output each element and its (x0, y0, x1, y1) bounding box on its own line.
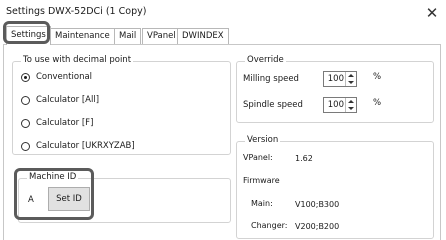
radio-calculator-all[interactable]: Calculator [All] (21, 93, 99, 107)
firmware-label: Firmware (243, 176, 280, 185)
firmware-main-version: V100;B300 (295, 200, 340, 209)
tab-vpanel[interactable]: VPanel (142, 28, 181, 44)
spindle-speed-spinner[interactable]: 100 (323, 97, 357, 113)
spindle-speed-value[interactable]: 100 (326, 100, 344, 110)
radio-unchecked-icon[interactable] (21, 95, 30, 105)
firmware-changer-version: V200;B200 (295, 222, 340, 231)
version-group: Version VPanel: 1.62 Firmware Main: V100… (236, 135, 434, 239)
radio-calculator-ukrxyzab[interactable]: Calculator [UKRXYZAB] (21, 139, 135, 153)
title-bar: Settings DWX-52DCi (1 Copy) ✕ (0, 0, 446, 28)
milling-speed-unit: % (373, 72, 382, 82)
radio-label: Calculator [All] (36, 95, 100, 105)
arrow-up-icon[interactable] (348, 100, 354, 103)
arrow-up-icon[interactable] (348, 74, 354, 77)
radio-label: Conventional (36, 72, 93, 82)
decimal-point-group-label: To use with decimal point (21, 55, 134, 65)
milling-speed-label: Milling speed (243, 74, 299, 84)
tab-mail[interactable]: Mail (114, 28, 142, 44)
spinner-buttons[interactable] (345, 98, 356, 112)
spindle-speed-unit: % (373, 98, 382, 108)
close-icon: ✕ (425, 4, 439, 22)
radio-label: Calculator [UKRXYZAB] (36, 141, 135, 151)
close-button[interactable]: ✕ (418, 0, 446, 28)
radio-unchecked-icon[interactable] (21, 118, 30, 128)
milling-speed-value[interactable]: 100 (326, 74, 344, 84)
machine-id-value: A (28, 195, 34, 205)
override-group-label: Override (245, 55, 286, 65)
radio-calculator-f[interactable]: Calculator [F] (21, 116, 93, 130)
firmware-changer-label: Changer: (251, 221, 288, 230)
radio-unchecked-icon[interactable] (21, 141, 30, 151)
radio-checked-icon[interactable] (21, 72, 30, 82)
window-title: Settings DWX-52DCi (1 Copy) (6, 6, 147, 17)
set-id-button[interactable]: Set ID (48, 187, 90, 211)
arrow-down-icon[interactable] (348, 107, 354, 110)
radio-label: Calculator [F] (36, 118, 94, 128)
spinner-buttons[interactable] (345, 72, 356, 86)
firmware-main-label: Main: (251, 199, 273, 208)
vpanel-version: 1.62 (295, 154, 313, 163)
vpanel-label: VPanel: (243, 153, 273, 162)
version-group-label: Version (245, 135, 281, 145)
tab-maintenance[interactable]: Maintenance (50, 28, 115, 44)
override-group: Override Milling speed 100 % Spindle spe… (236, 55, 434, 123)
milling-speed-spinner[interactable]: 100 (323, 71, 357, 87)
arrow-down-icon[interactable] (348, 81, 354, 84)
spindle-speed-label: Spindle speed (243, 100, 303, 110)
radio-conventional[interactable]: Conventional (21, 70, 92, 84)
tab-dwindex[interactable]: DWINDEX (177, 28, 229, 44)
machine-id-group-label: Machine ID (27, 172, 79, 182)
tab-settings[interactable]: Settings (6, 26, 51, 45)
decimal-point-group: To use with decimal point Conventional C… (12, 55, 231, 155)
